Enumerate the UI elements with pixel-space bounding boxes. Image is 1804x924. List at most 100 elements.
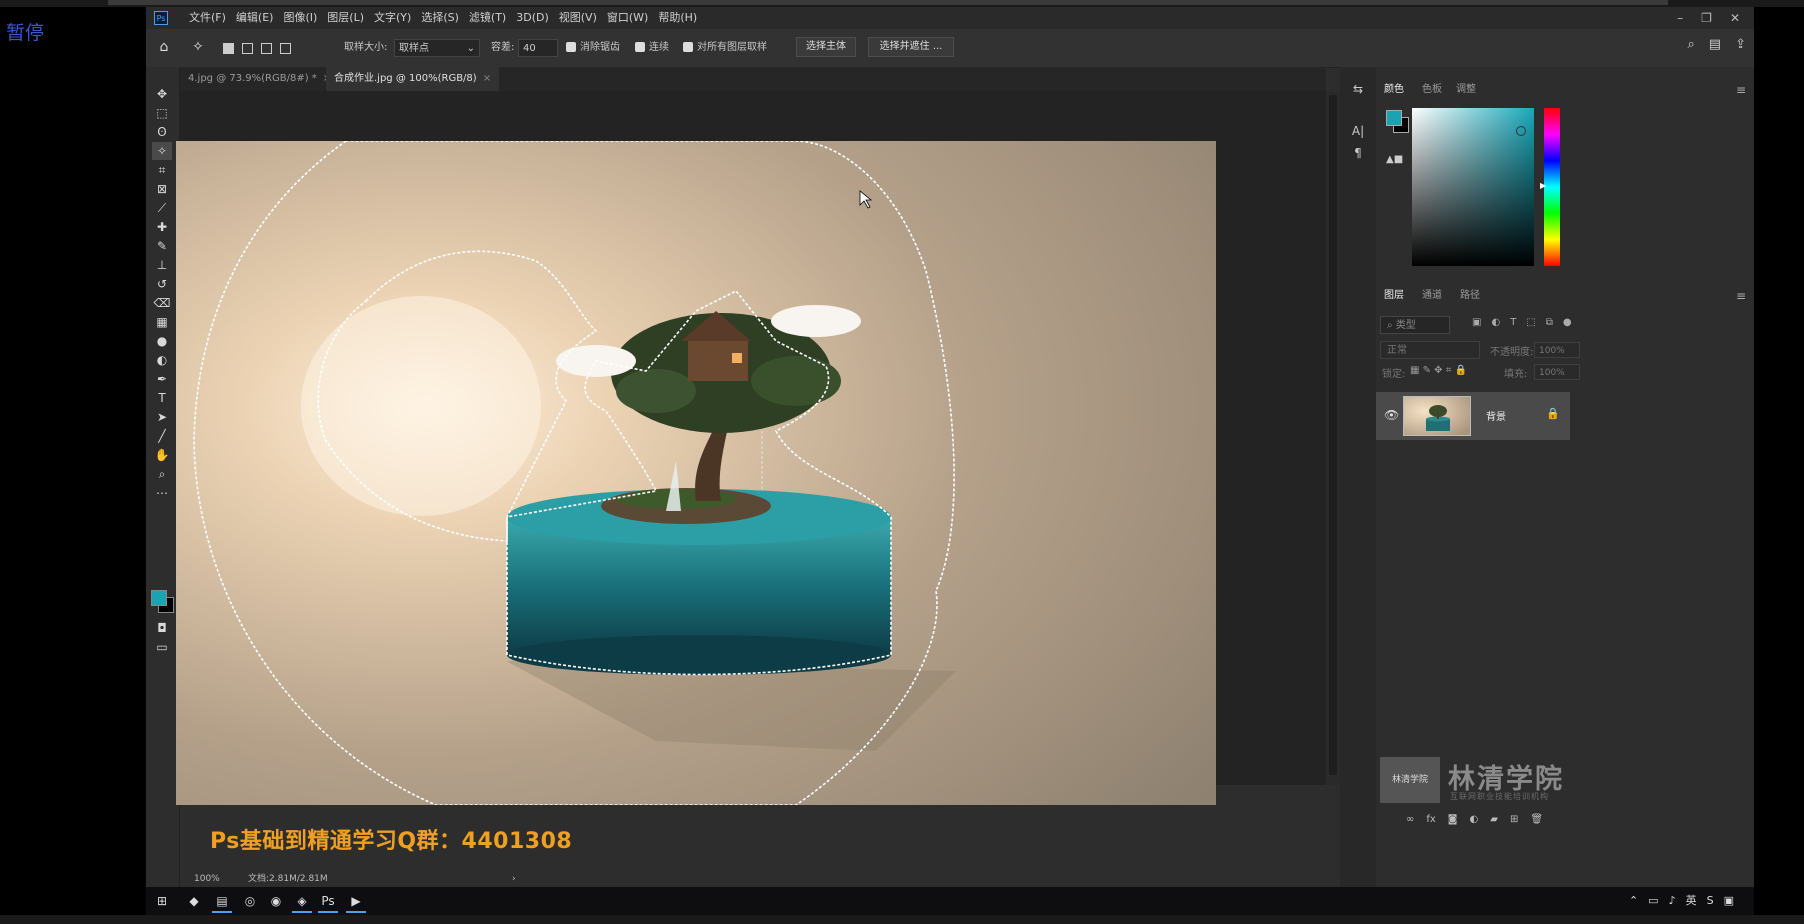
layer-row-background[interactable]: 👁 背景 🔒 <box>1376 392 1570 440</box>
blend-mode-select[interactable]: 正常 <box>1380 341 1480 359</box>
antialias-checkbox[interactable] <box>566 42 576 52</box>
hue-slider[interactable] <box>1544 108 1560 266</box>
volume-icon[interactable]: ♪ <box>1669 887 1676 915</box>
magic-wand-tool-icon[interactable]: ✧ <box>152 142 172 160</box>
fill-input[interactable]: 100% <box>1534 364 1580 380</box>
menu-image[interactable]: 图像(I) <box>278 7 322 29</box>
zoom-tool-icon[interactable]: ⌕ <box>152 465 172 483</box>
tray-app-icon[interactable]: S <box>1707 887 1714 915</box>
marquee-tool-icon[interactable]: ⬚ <box>152 104 172 122</box>
restore-icon[interactable]: ❐ <box>1701 7 1712 29</box>
browser-icon[interactable]: ◎ <box>240 891 260 911</box>
menu-edit[interactable]: 编辑(E) <box>231 7 279 29</box>
eye-icon[interactable]: 👁 <box>1384 408 1399 422</box>
pixel-filter-icon[interactable]: ▣ <box>1472 317 1481 328</box>
new-group-icon[interactable]: ▰ <box>1490 814 1498 825</box>
tab-channels[interactable]: 通道 <box>1422 285 1442 307</box>
menu-layer[interactable]: 图层(L) <box>322 7 369 29</box>
layers-menu-icon[interactable]: ≡ <box>1736 285 1746 307</box>
share-icon[interactable]: ⇪ <box>1735 37 1746 52</box>
app-icon-3[interactable]: ◈ <box>292 891 312 913</box>
line-tool-icon[interactable]: ╱ <box>152 427 172 445</box>
healing-tool-icon[interactable]: ✚ <box>152 218 172 236</box>
subtract-selection-icon[interactable] <box>261 43 272 54</box>
workspace-icon[interactable]: ▤ <box>1709 37 1721 52</box>
opacity-input[interactable]: 100% <box>1534 342 1580 358</box>
minimize-icon[interactable]: – <box>1677 7 1683 29</box>
dodge-tool-icon[interactable]: ◐ <box>152 351 172 369</box>
search-icon[interactable]: ⌕ <box>1688 37 1695 52</box>
fg-color-chip[interactable] <box>1386 110 1402 126</box>
new-layer-icon[interactable]: ⊞ <box>1510 814 1518 825</box>
home-icon[interactable]: ⌂ <box>154 37 174 57</box>
select-and-mask-button[interactable]: 选择并遮住 ... <box>868 37 954 57</box>
app-icon-1[interactable]: ◆ <box>184 891 204 911</box>
tab-4jpg[interactable]: 4.jpg @ 73.9%(RGB/8#) *× <box>180 67 339 91</box>
network-icon[interactable]: ▭ <box>1648 887 1658 915</box>
tab-layers[interactable]: 图层 <box>1384 285 1404 307</box>
contiguous-checkbox[interactable] <box>635 42 645 52</box>
hue-slider-arrow-icon[interactable]: ▶ <box>1540 181 1546 190</box>
history-panel-icon[interactable]: ⇆ <box>1350 81 1366 97</box>
menu-3d[interactable]: 3D(D) <box>511 7 554 29</box>
fx-icon[interactable]: fx <box>1426 814 1435 825</box>
menu-file[interactable]: 文件(F) <box>184 7 231 29</box>
tab-close-icon[interactable]: × <box>483 73 491 84</box>
tab-adjustments[interactable]: 调整 <box>1456 79 1476 101</box>
menu-view[interactable]: 视图(V) <box>554 7 602 29</box>
quick-mask-icon[interactable]: ◘ <box>152 619 172 637</box>
move-tool-icon[interactable]: ✥ <box>152 85 172 103</box>
intersect-selection-icon[interactable] <box>280 43 291 54</box>
menu-select[interactable]: 选择(S) <box>416 7 464 29</box>
crop-tool-icon[interactable]: ⌗ <box>152 161 172 179</box>
gradient-tool-icon[interactable]: ▦ <box>152 313 172 331</box>
tab-composite[interactable]: 合成作业.jpg @ 100%(RGB/8) × <box>326 67 500 91</box>
path-select-tool-icon[interactable]: ➤ <box>152 408 172 426</box>
notification-icon[interactable]: ▣ <box>1724 887 1734 915</box>
select-subject-button[interactable]: 选择主体 <box>796 37 856 57</box>
lock-icons[interactable]: ▦ ✎ ✥ ⌗ 🔒 <box>1410 365 1467 376</box>
menu-type[interactable]: 文字(Y) <box>369 7 416 29</box>
type-filter-icon[interactable]: T <box>1510 317 1516 328</box>
tolerance-input[interactable]: 40 <box>518 39 558 57</box>
eyedropper-tool-icon[interactable]: ⟋ <box>152 199 172 217</box>
new-selection-icon[interactable] <box>223 43 234 54</box>
panel-menu-icon[interactable]: ≡ <box>1736 79 1746 101</box>
eraser-tool-icon[interactable]: ⌫ <box>152 294 172 312</box>
picker-marker[interactable] <box>1516 126 1526 136</box>
filter-toggle-icon[interactable]: ● <box>1563 317 1572 328</box>
close-icon[interactable]: ✕ <box>1730 7 1740 29</box>
status-arrow-icon[interactable]: › <box>512 871 516 887</box>
input-language[interactable]: 英 <box>1686 887 1697 915</box>
file-explorer-icon[interactable]: ▤ <box>212 891 232 913</box>
sample-all-checkbox[interactable] <box>683 42 693 52</box>
foreground-color-swatch[interactable] <box>151 590 167 606</box>
tab-swatches[interactable]: 色板 <box>1422 79 1442 101</box>
menu-filter[interactable]: 滤镜(T) <box>464 7 511 29</box>
tray-arrow-icon[interactable]: ⌃ <box>1629 887 1638 915</box>
recorder-icon[interactable]: ▶ <box>346 891 366 913</box>
document-image[interactable] <box>176 140 1216 806</box>
smart-filter-icon[interactable]: ⧉ <box>1546 317 1553 328</box>
link-layers-icon[interactable]: ∞ <box>1406 814 1414 825</box>
canvas-scrollbar[interactable] <box>1326 91 1340 785</box>
adjustment-layer-icon[interactable]: ◐ <box>1470 814 1479 825</box>
menu-help[interactable]: 帮助(H) <box>653 7 702 29</box>
shape-filter-icon[interactable]: ⬚ <box>1526 317 1535 328</box>
layer-filter-select[interactable]: ⌕ 类型 <box>1380 316 1450 334</box>
menu-window[interactable]: 窗口(W) <box>602 7 653 29</box>
add-mask-icon[interactable]: ◙ <box>1448 814 1458 825</box>
character-panel-icon[interactable]: A| <box>1350 123 1366 139</box>
add-selection-icon[interactable] <box>242 43 253 54</box>
delete-layer-icon[interactable]: 🗑 <box>1530 814 1543 825</box>
more-tools-icon[interactable]: ⋯ <box>152 484 172 502</box>
blur-tool-icon[interactable]: ● <box>152 332 172 350</box>
adjustment-filter-icon[interactable]: ◐ <box>1491 317 1500 328</box>
tab-paths[interactable]: 路径 <box>1460 285 1480 307</box>
color-picker-field[interactable] <box>1412 108 1534 266</box>
lasso-tool-icon[interactable]: ʘ <box>152 123 172 141</box>
history-brush-icon[interactable]: ↺ <box>152 275 172 293</box>
frame-tool-icon[interactable]: ⊠ <box>152 180 172 198</box>
tab-color[interactable]: 颜色 <box>1384 79 1404 101</box>
photoshop-taskbar-icon[interactable]: Ps <box>318 891 338 913</box>
